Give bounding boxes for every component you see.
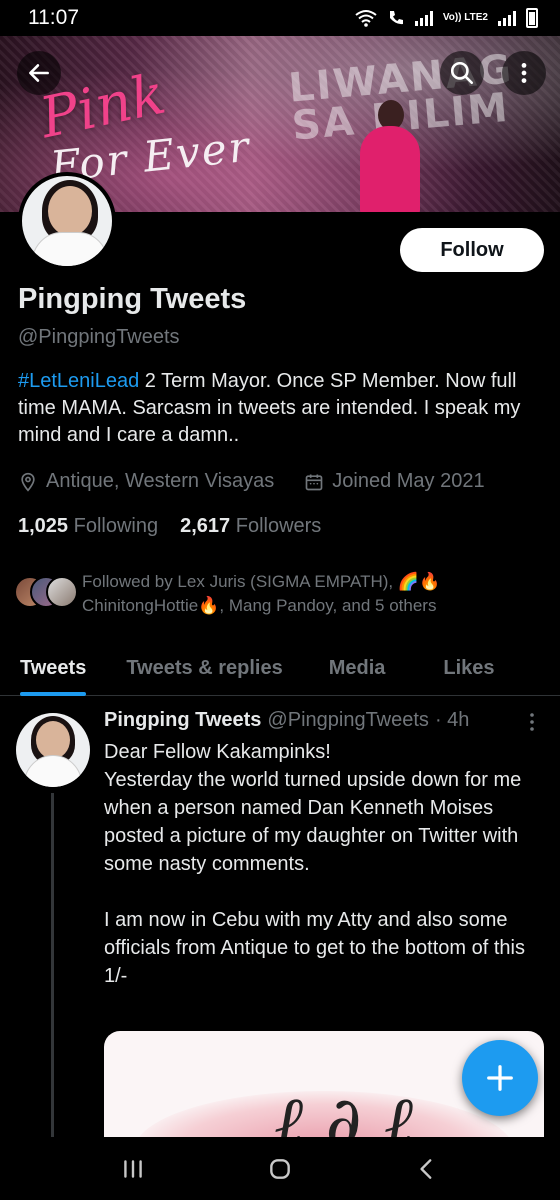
profile-bio: #LetLeniLead 2 Term Mayor. Once SP Membe… [18, 368, 546, 449]
tab-likes[interactable]: Likes [443, 640, 494, 696]
back-arrow-icon [29, 64, 49, 82]
tweet-header: Pingping Tweets @PingpingTweets · 4h [104, 709, 469, 732]
more-options-button[interactable] [502, 51, 546, 95]
compose-plus-icon [487, 1065, 513, 1091]
more-vertical-icon [521, 63, 527, 83]
thread-line [51, 793, 54, 1137]
follower-avatar-3 [46, 576, 78, 608]
tweet-text: Dear Fellow Kakampinks! Yesterday the wo… [104, 741, 525, 987]
battery-icon [526, 8, 538, 28]
following-label: Following [73, 515, 159, 537]
profile-handle: @PingpingTweets [18, 326, 180, 348]
status-bar: 11:07 Vo)) LTE2 [0, 0, 560, 36]
tweet-time: · 4h [434, 709, 470, 731]
avatar-body [32, 232, 108, 266]
volte-indicator: Vo)) LTE2 [442, 12, 488, 23]
search-icon [450, 61, 474, 85]
location-pin-icon [21, 472, 35, 492]
profile-name: Pingping Tweets [18, 283, 247, 315]
profile-tabs: Tweets Tweets & replies Media Likes [0, 640, 560, 696]
compose-tweet-button[interactable] [462, 1040, 538, 1116]
profile-meta: Antique, Western Visayas Joined May 2021 [18, 470, 485, 493]
back-button[interactable] [17, 51, 61, 95]
wifi-call-icon [389, 11, 403, 25]
tab-media[interactable]: Media [329, 640, 386, 696]
tweet-author-name[interactable]: Pingping Tweets [104, 709, 261, 732]
nav-back-icon [420, 1158, 432, 1179]
search-button[interactable] [440, 51, 484, 95]
following-link[interactable]: 1,025 Following [18, 515, 158, 538]
tweet-more-icon[interactable] [522, 711, 542, 733]
home-button[interactable] [260, 1149, 300, 1189]
avatar-face [36, 721, 70, 759]
following-count: 1,025 [18, 515, 69, 537]
signal-strength-1-icon [414, 10, 433, 26]
followed-by-row[interactable]: Followed by Lex Juris (SIGMA EMPATH), 🌈🔥… [14, 570, 552, 618]
followed-by-avatars [14, 576, 80, 612]
system-back-button[interactable] [407, 1149, 447, 1189]
follow-button[interactable]: Follow [400, 228, 544, 272]
recent-apps-button[interactable] [113, 1149, 153, 1189]
system-nav-bar [0, 1137, 560, 1200]
tweet-author-handle: @PingpingTweets [267, 709, 429, 731]
avatar-face [48, 186, 92, 236]
profile-location: Antique, Western Visayas [46, 470, 275, 492]
home-icon [270, 1158, 290, 1179]
status-icons: Vo)) LTE2 [355, 8, 538, 28]
recent-apps-icon [124, 1159, 143, 1178]
wifi-icon [355, 10, 377, 27]
followers-label: Followers [235, 515, 322, 537]
bio-hashtag-link[interactable]: #LetLeniLead [18, 370, 139, 392]
banner-figure [360, 126, 420, 212]
profile-joined: Joined May 2021 [332, 470, 485, 492]
calendar-icon [305, 474, 323, 490]
signal-strength-2-icon [498, 10, 516, 26]
tweet-avatar[interactable] [16, 713, 90, 787]
tab-tweets[interactable]: Tweets [20, 640, 87, 696]
followers-count: 2,617 [180, 515, 231, 537]
follow-counts: 1,025 Following 2,617 Followers [18, 515, 321, 538]
avatar-body [24, 755, 82, 787]
status-time: 11:07 [28, 6, 79, 29]
followers-link[interactable]: 2,617 Followers [180, 515, 321, 538]
followed-by-text: Followed by Lex Juris (SIGMA EMPATH), 🌈🔥… [82, 572, 441, 615]
profile-avatar[interactable] [18, 172, 116, 270]
tab-tweets-replies[interactable]: Tweets & replies [126, 640, 282, 696]
